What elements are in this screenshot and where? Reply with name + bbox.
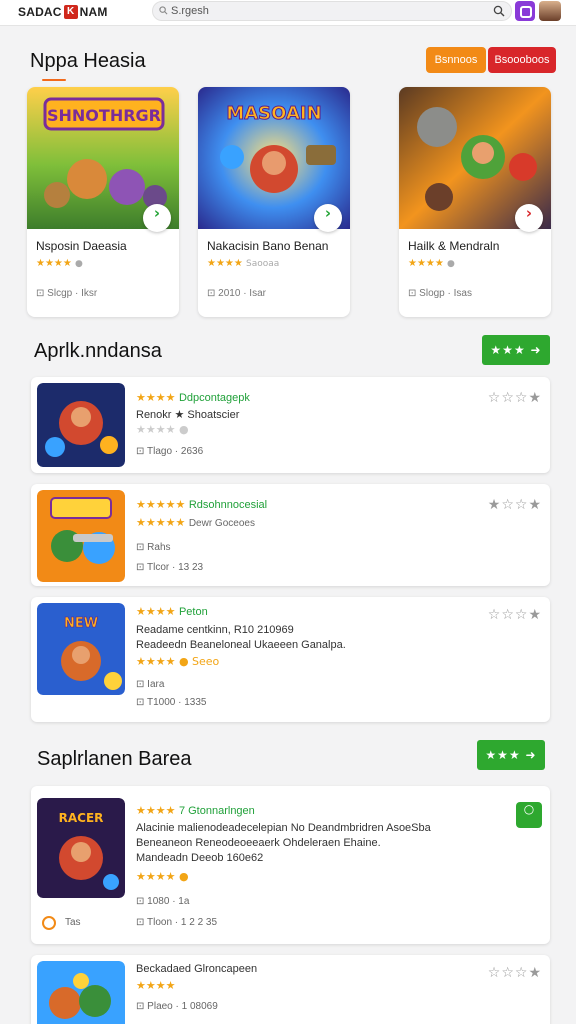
item-description: Renokr ★ Shoatscier xyxy=(136,409,240,421)
item-meta: ⊡ Tloon · 1 2 2 35 xyxy=(136,917,218,928)
item-meta: ⊡ Tlcor · 13 23 xyxy=(136,562,204,573)
favorite-stars[interactable]: ☆☆☆★ xyxy=(488,965,542,981)
secondary-rating: ★★★★ ● Seeo xyxy=(136,655,220,668)
info-icon[interactable] xyxy=(42,916,56,930)
play-button[interactable]: › xyxy=(314,204,342,232)
item-description-2: Readeedn Beaneloneal Ukaeeen Ganalpa. xyxy=(136,639,346,651)
section-more-button[interactable]: ★★★ ➜ xyxy=(477,740,545,770)
list-item[interactable]: ★★★★ Ddpcontagepk Renokr ★ Shoatscier ★★… xyxy=(31,377,550,473)
game-card[interactable]: MASOAIN › Nakacisin Bano Benan ★★★★ Saoo… xyxy=(198,87,350,317)
search-submit-icon[interactable] xyxy=(493,5,505,17)
item-meta: ⊡ Plaeo · 1 08069 xyxy=(136,1001,218,1012)
item-tag: ⊡ Rahs xyxy=(136,542,171,553)
item-meta: ⊡ T1000 · 1335 xyxy=(136,697,207,708)
filter-button-red[interactable]: Bsoooboos xyxy=(488,47,556,73)
filter-button-orange[interactable]: Bsnnoos xyxy=(426,47,486,73)
game-thumbnail[interactable]: NEW xyxy=(37,603,125,695)
search-input[interactable] xyxy=(171,4,471,18)
game-meta: ⊡ 2010 · Isar xyxy=(207,288,266,299)
secondary-rating: ★★★★★ Dewr Goceoes xyxy=(136,516,255,529)
item-extra: Tas xyxy=(65,917,81,928)
rating-stars: ★★★★ 7 Gtonnarlngen xyxy=(136,804,255,817)
site-logo[interactable]: SADAC K NAM xyxy=(18,5,108,19)
rating-stars: ★★★★★ Rdsohnnocesial xyxy=(136,498,268,511)
rating-stars: ★★★★ Saooaa xyxy=(207,258,280,269)
item-tag: ⊡ Iara xyxy=(136,679,165,690)
item-meta: ⊡ Tlago · 2636 xyxy=(136,446,204,457)
section-underline xyxy=(42,79,66,81)
rating-stars: ★★★★ Ddpcontagepk xyxy=(136,391,250,404)
play-button[interactable]: › xyxy=(515,204,543,232)
game-thumbnail[interactable] xyxy=(37,961,125,1024)
app-icon-button[interactable] xyxy=(515,1,535,21)
svg-text:RACER: RACER xyxy=(59,811,104,825)
list-item[interactable]: RACER ★★★★ 7 Gtonnarlngen Alacinie malie… xyxy=(31,786,550,944)
thumbnail-art-text: SHNOTHRGR xyxy=(47,106,161,125)
list-item[interactable]: NEW ★★★★ Peton Readame centkinn, R10 210… xyxy=(31,597,550,722)
top-bar: SADAC K NAM xyxy=(0,0,576,26)
game-meta: ⊡ Slcgp · Iksr xyxy=(36,288,98,299)
game-title[interactable]: Nsposin Daeasia xyxy=(36,239,127,253)
play-button[interactable]: › xyxy=(143,204,171,232)
game-thumbnail[interactable] xyxy=(37,383,125,467)
game-card[interactable]: SHNOTHRGR › Nsposin Daeasia ★★★★ ● ⊡ Slc… xyxy=(27,87,179,317)
logo-text-right: NAM xyxy=(79,5,108,19)
item-description-3: Mandeadn Deeob 160e62 xyxy=(136,852,264,864)
item-description: Alacinie malienodeadecelepian No Deandmb… xyxy=(136,822,431,834)
game-title[interactable]: Hailk & Mendraln xyxy=(408,239,499,253)
install-button[interactable]: ○ xyxy=(516,802,542,828)
avatar[interactable] xyxy=(539,1,561,21)
logo-text-left: SADAC xyxy=(18,5,62,19)
rating-stars: ★★★★ xyxy=(136,979,176,992)
section-more-button[interactable]: ★★★ ➜ xyxy=(482,335,550,365)
game-meta: ⊡ Slogp · Isas xyxy=(408,288,472,299)
item-tag: ⊡ 1080 · 1a xyxy=(136,896,190,907)
list-item[interactable]: ★★★★★ Rdsohnnocesial ★★★★★ Dewr Goceoes … xyxy=(31,484,550,586)
game-thumbnail[interactable] xyxy=(37,490,125,582)
thumbnail-art-text: MASOAIN xyxy=(226,103,321,124)
secondary-rating: ★★★★ ● xyxy=(136,870,189,883)
list-item[interactable]: Beckadaed Glroncapeen ★★★★ ⊡ Plaeo · 1 0… xyxy=(31,955,550,1024)
search-icon xyxy=(159,6,168,15)
item-description: Readame centkinn, R10 210969 xyxy=(136,624,294,636)
item-description-2: Beneaneon Reneodeoeeaerk Ohdeleraen Ehai… xyxy=(136,837,381,849)
favorite-stars[interactable]: ☆☆☆★ xyxy=(488,607,542,623)
favorite-stars[interactable]: ☆☆☆★ xyxy=(488,390,542,406)
section-title-apps: Aprlk.nndansa xyxy=(34,340,162,362)
game-title[interactable]: Nakacisin Bano Benan xyxy=(207,239,328,253)
logo-mark: K xyxy=(63,5,78,19)
favorite-stars[interactable]: ★☆☆★ xyxy=(488,497,542,513)
rating-stars: ★★★★ ● xyxy=(408,258,455,269)
rating-stars: ★★★★ Peton xyxy=(136,605,208,618)
secondary-rating: ★★★★ ● xyxy=(136,423,189,436)
game-card[interactable]: › Hailk & Mendraln ★★★★ ● ⊡ Slogp · Isas xyxy=(399,87,551,317)
rating-stars: ★★★★ ● xyxy=(36,258,83,269)
item-title: Beckadaed Glroncapeen xyxy=(136,963,258,975)
section-title-featured: Nppa Heasia xyxy=(30,50,146,72)
search-bar[interactable] xyxy=(152,1,512,21)
svg-text:NEW: NEW xyxy=(64,616,98,631)
game-thumbnail[interactable]: RACER xyxy=(37,798,125,898)
section-title-popular: Saplrlanen Barea xyxy=(37,748,192,770)
